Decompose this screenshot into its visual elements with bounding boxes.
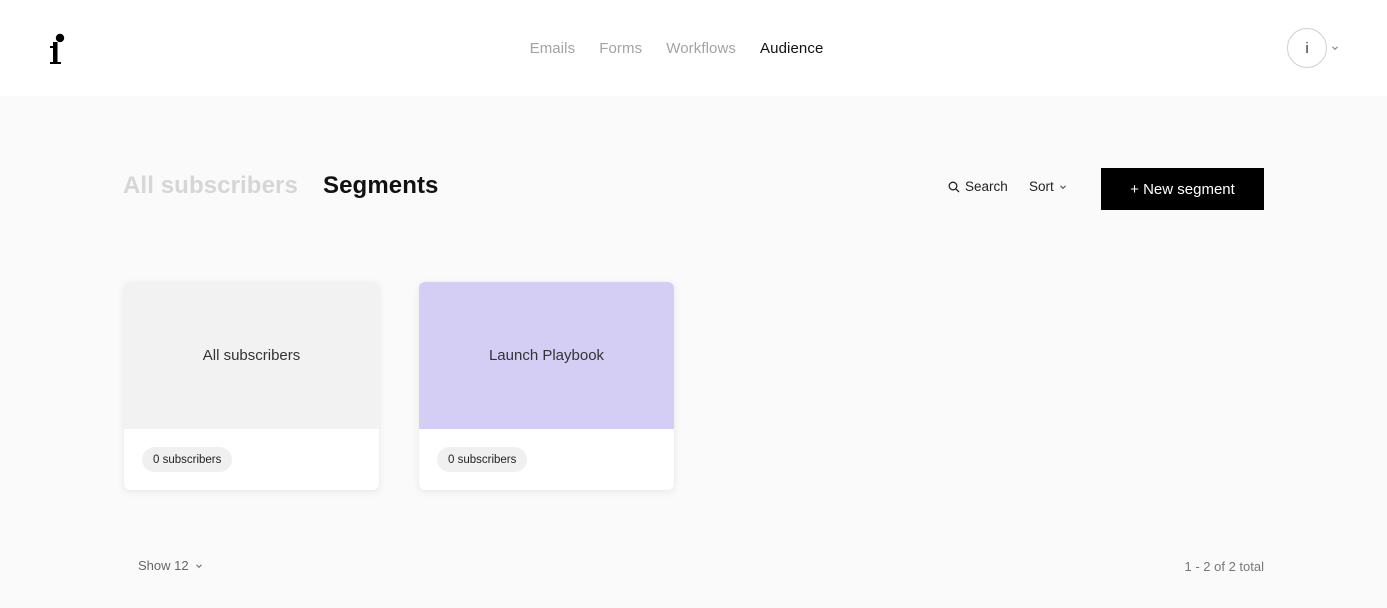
main-nav: Emails Forms Workflows Audience <box>0 0 1387 96</box>
avatar[interactable]: i <box>1287 28 1327 68</box>
top-bar: Emails Forms Workflows Audience i <box>0 0 1387 96</box>
f-logo-icon[interactable] <box>44 30 70 66</box>
segment-card-title: Launch Playbook <box>419 282 674 429</box>
account-menu[interactable]: i <box>1287 28 1339 68</box>
chevron-down-icon <box>1059 183 1067 191</box>
tab-segments[interactable]: Segments <box>323 172 439 200</box>
nav-item-forms[interactable]: Forms <box>599 40 642 57</box>
tab-all-subscribers[interactable]: All subscribers <box>123 172 298 200</box>
search-label: Search <box>965 179 1008 194</box>
page-size-select[interactable]: Show 12 <box>138 558 203 573</box>
chevron-down-icon <box>195 562 203 570</box>
new-segment-button[interactable]: + New segment <box>1101 168 1264 210</box>
nav-item-workflows[interactable]: Workflows <box>666 40 736 57</box>
subscriber-count-badge: 0 subscribers <box>142 447 233 472</box>
segment-card-footer: 0 subscribers <box>124 429 379 490</box>
chevron-down-icon[interactable] <box>1331 44 1339 52</box>
segment-card[interactable]: Launch Playbook 0 subscribers <box>419 282 674 490</box>
subscriber-count-badge: 0 subscribers <box>437 447 528 472</box>
nav-item-audience[interactable]: Audience <box>760 40 823 57</box>
segment-card-footer: 0 subscribers <box>419 429 674 490</box>
sort-button[interactable]: Sort <box>1029 179 1067 194</box>
search-button[interactable]: Search <box>948 179 1008 194</box>
segment-card[interactable]: All subscribers 0 subscribers <box>124 282 379 490</box>
pagination-total: 1 - 2 of 2 total <box>1184 559 1265 574</box>
search-icon <box>948 181 960 193</box>
segment-card-title: All subscribers <box>124 282 379 429</box>
page-size-label: Show 12 <box>138 558 189 573</box>
nav-item-emails[interactable]: Emails <box>530 40 576 57</box>
sort-label: Sort <box>1029 179 1054 194</box>
